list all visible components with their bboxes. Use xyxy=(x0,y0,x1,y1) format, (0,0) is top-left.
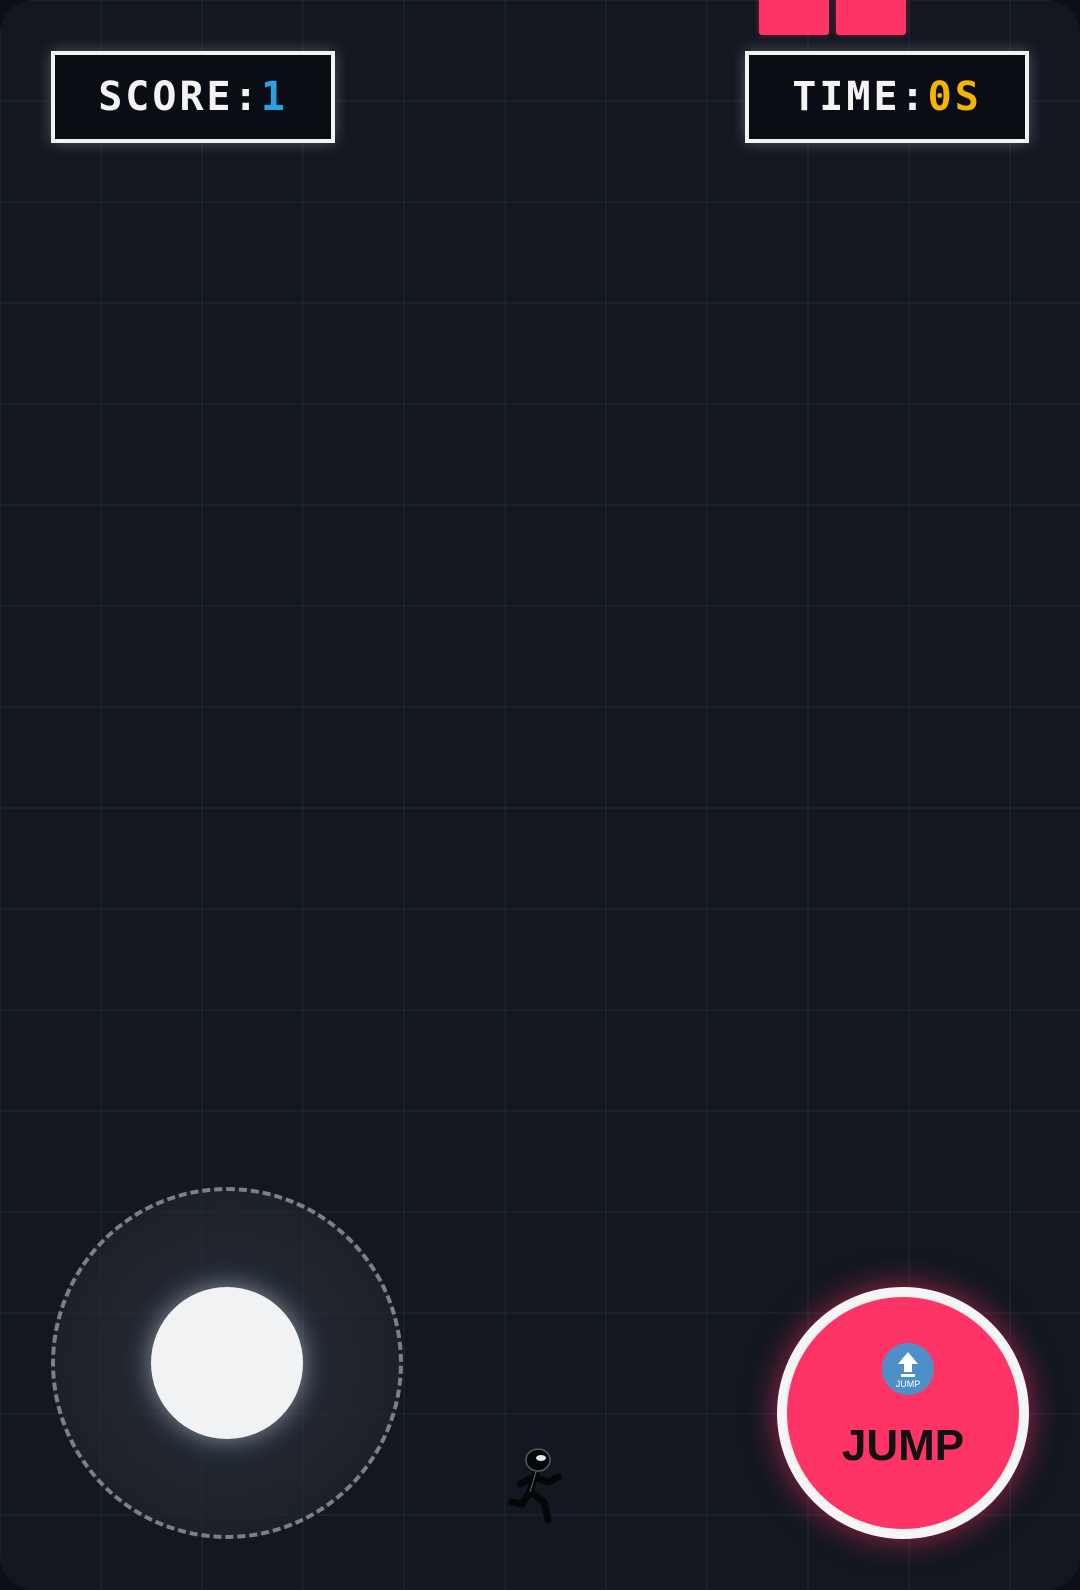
up-arrow-icon: JUMP xyxy=(882,1343,934,1395)
player-runner-icon xyxy=(508,1448,562,1524)
score-display: SCORE: 1 xyxy=(51,51,335,143)
game-canvas[interactable]: SCORE: 1 TIME: 0S JUMP JUMP xyxy=(0,0,1080,1590)
jump-button-label: JUMP xyxy=(841,1421,965,1470)
score-label: SCORE: xyxy=(98,74,261,120)
obstacle-block xyxy=(759,0,829,35)
obstacle-block xyxy=(836,0,906,35)
time-label: TIME: xyxy=(792,74,928,120)
joystick-knob[interactable] xyxy=(151,1287,303,1439)
score-value: 1 xyxy=(260,74,288,120)
jump-button[interactable]: JUMP JUMP xyxy=(777,1287,1029,1539)
jump-icon-text: JUMP xyxy=(896,1379,921,1389)
time-display: TIME: 0S xyxy=(745,51,1029,143)
time-value: 0S xyxy=(927,74,982,120)
